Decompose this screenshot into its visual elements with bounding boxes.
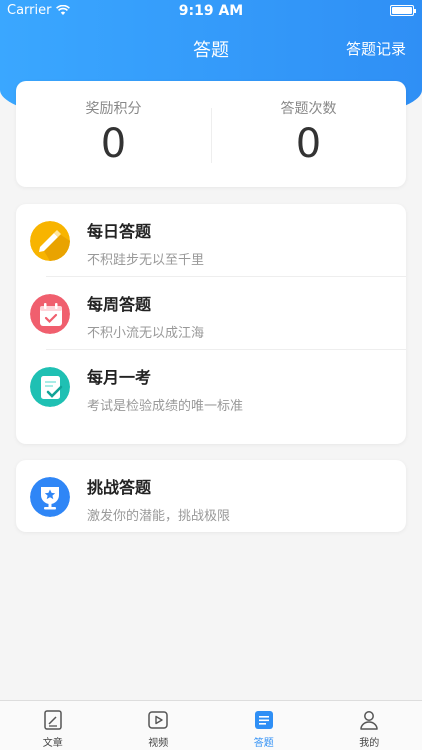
clipboard-check-icon [30,367,70,407]
tab-video[interactable]: 视频 [106,701,212,750]
challenge-quiz-card[interactable]: 挑战答题 激发你的潜能，挑战极限 [16,460,406,532]
tab-label: 我的 [359,738,380,749]
list-item-title: 每周答题 [87,295,152,314]
status-bar: Carrier 9:19 AM [0,0,422,22]
stat-count: 答题次数 0 [211,81,406,187]
navigation-bar: 答题 答题记录 [0,22,422,72]
stats-card: 奖励积分 0 答题次数 0 [16,81,406,187]
stat-value: 0 [295,121,322,167]
list-item-monthly-exam[interactable]: 每月一考 考试是检验成绩的唯一标准 [16,350,406,423]
calendar-icon [30,294,70,334]
list-item-subtitle: 激发你的潜能，挑战极限 [87,509,231,524]
answer-history-button[interactable]: 答题记录 [346,38,406,59]
list-item-title: 挑战答题 [87,478,152,497]
stat-points: 奖励积分 0 [16,81,211,187]
pencil-icon [30,221,70,261]
list-item-challenge-quiz[interactable]: 挑战答题 激发你的潜能，挑战极限 [16,460,406,533]
quiz-icon [254,711,273,729]
quiz-list: 每日答题 不积跬步无以至千里 每周答题 不积小流无以成江海 每月一考 考试是检验… [16,204,406,444]
list-item-title: 每月一考 [87,368,152,387]
stat-label: 奖励积分 [85,101,142,117]
profile-icon [360,711,378,730]
stat-label: 答题次数 [280,101,337,117]
stat-value: 0 [100,121,127,167]
tab-article[interactable]: 文章 [0,701,106,750]
tab-label: 文章 [42,738,63,749]
list-item-weekly-quiz[interactable]: 每周答题 不积小流无以成江海 [16,277,406,350]
clock: 9:19 AM [178,3,244,19]
list-item-daily-quiz[interactable]: 每日答题 不积跬步无以至千里 [16,204,406,277]
tab-label: 答题 [253,738,274,749]
video-icon [148,711,168,729]
tab-quiz[interactable]: 答题 [211,701,317,750]
tab-label: 视频 [148,738,169,749]
trophy-icon [30,477,70,517]
article-icon [44,710,62,730]
list-item-subtitle: 不积小流无以成江海 [87,326,205,341]
list-item-subtitle: 考试是检验成绩的唯一标准 [87,399,244,414]
list-item-subtitle: 不积跬步无以至千里 [87,253,205,268]
tab-profile[interactable]: 我的 [317,701,422,750]
battery-icon [390,5,416,16]
list-item-title: 每日答题 [87,222,152,241]
tab-bar: 文章 视频 答题 我的 [0,700,422,750]
